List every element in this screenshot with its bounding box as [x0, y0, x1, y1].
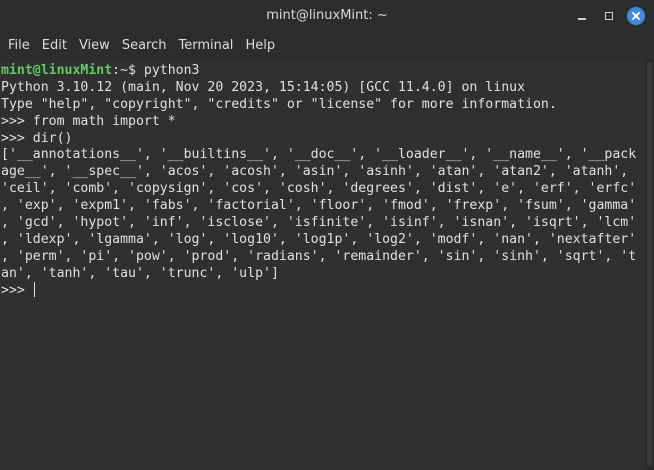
output-line: ['__annotations__', '__builtins__', '__d…: [1, 147, 637, 163]
maximize-icon: [605, 12, 613, 20]
prompt-path: :~$: [112, 63, 144, 78]
menu-edit[interactable]: Edit: [37, 32, 72, 60]
text-cursor: [33, 282, 36, 298]
menu-file[interactable]: File: [3, 32, 35, 60]
output-line: Python 3.10.12 (main, Nov 20 2023, 15:14…: [1, 79, 526, 95]
output-line: >>> dir(): [1, 130, 73, 146]
menu-terminal[interactable]: Terminal: [173, 32, 238, 60]
command-text: python3: [143, 63, 200, 78]
output-line: , 'exp', 'expm1', 'fabs', 'factorial', '…: [1, 198, 637, 214]
shell-prompt-line: mint@linuxMint:~$ python3: [0, 62, 645, 79]
output-line: >>> from math import *: [1, 113, 176, 129]
terminal-output[interactable]: mint@linuxMint:~$ python3 Python 3.10.12…: [0, 60, 645, 470]
output-line: Type "help", "copyright", "credits" or "…: [1, 96, 557, 112]
vertical-scrollbar[interactable]: [645, 60, 654, 470]
python-prompt-line: >>>: [0, 282, 645, 299]
output-line: age__', '__spec__', 'acos', 'acosh', 'as…: [1, 164, 629, 180]
output-line: , 'perm', 'pi', 'pow', 'prod', 'radians'…: [1, 248, 637, 264]
prompt-user: mint@linuxMint: [1, 63, 113, 78]
menu-help[interactable]: Help: [240, 32, 280, 60]
title-bar[interactable]: mint@linuxMint: ~: [0, 0, 654, 32]
output-line: an', 'tanh', 'tau', 'trunc', 'ulp']: [1, 265, 279, 281]
menu-search[interactable]: Search: [117, 32, 172, 60]
output-line: , 'gcd', 'hypot', 'inf', 'isclose', 'isf…: [1, 215, 637, 231]
maximize-button[interactable]: [599, 6, 619, 26]
python-prompt: >>>: [1, 282, 33, 298]
terminal-window: mint@linuxMint: ~ File Edit View Search …: [0, 0, 654, 470]
menu-view[interactable]: View: [74, 32, 115, 60]
output-line: 'ceil', 'comb', 'copysign', 'cos', 'cosh…: [1, 181, 637, 197]
close-icon: [627, 7, 645, 25]
menu-bar: File Edit View Search Terminal Help: [0, 32, 654, 60]
minimize-button[interactable]: [572, 6, 592, 26]
window-title: mint@linuxMint: ~: [266, 8, 388, 23]
minimize-icon: [578, 18, 586, 20]
output-line: , 'ldexp', 'lgamma', 'log', 'log10', 'lo…: [1, 231, 637, 247]
close-button[interactable]: [626, 6, 646, 26]
scroll-thumb[interactable]: [647, 62, 652, 466]
